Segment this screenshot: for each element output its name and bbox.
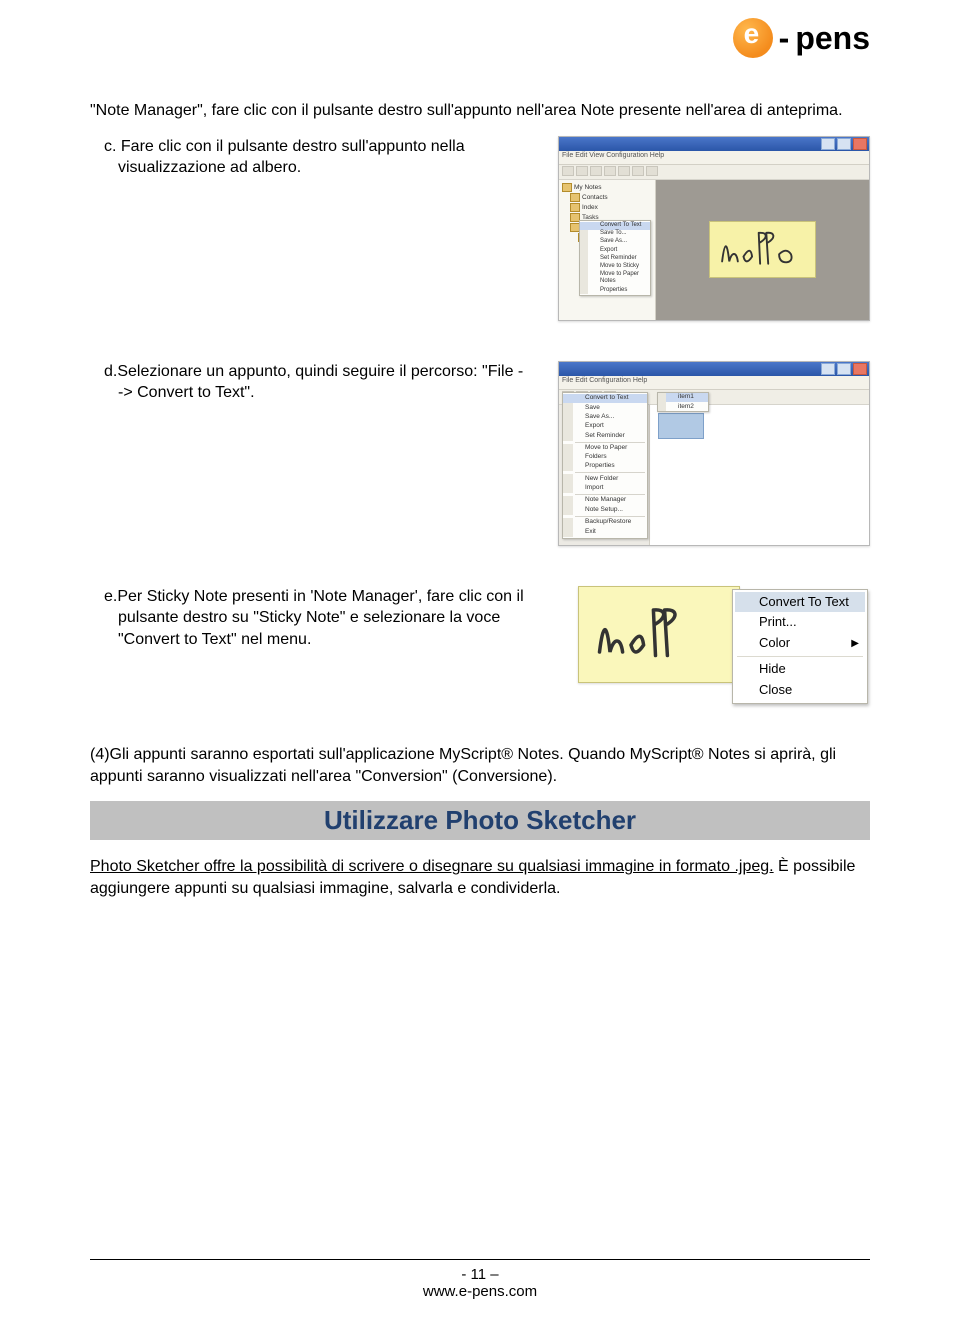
menu-item-color[interactable]: Color▶ bbox=[735, 633, 865, 654]
submenu: item1 item2 bbox=[657, 392, 709, 413]
list-item-c: c. Fare clic con il pulsante destro sull… bbox=[90, 136, 528, 179]
menu-item[interactable]: Export bbox=[580, 246, 650, 254]
screenshot-note-manager-tree: File Edit View Configuration Help My Not… bbox=[558, 136, 870, 321]
menubar: File Edit Configuration Help bbox=[559, 376, 869, 390]
menubar: File Edit View Configuration Help bbox=[559, 151, 869, 165]
menu-item-convert[interactable]: Convert To Text bbox=[580, 222, 650, 230]
logo-text: pens bbox=[795, 22, 870, 54]
window-titlebar bbox=[559, 362, 869, 376]
maximize-icon bbox=[837, 138, 851, 150]
footer-url: www.e-pens.com bbox=[90, 1283, 870, 1300]
menu-item-print[interactable]: Print... bbox=[735, 612, 865, 633]
paragraph-4: (4)Gli appunti saranno esportati sull'ap… bbox=[90, 744, 870, 787]
menu-item[interactable]: Move to Sticky bbox=[580, 263, 650, 271]
menu-item[interactable]: Save As... bbox=[580, 238, 650, 246]
menu-item-hide[interactable]: Hide bbox=[735, 659, 865, 680]
menu-item-convert[interactable]: Convert to Text item1 item2 bbox=[563, 394, 647, 403]
list-item-d: d.Selezionare un appunto, quindi seguire… bbox=[90, 361, 528, 404]
paragraph-sketcher: Photo Sketcher offre la possibilità di s… bbox=[90, 856, 870, 899]
page-number: - 11 – bbox=[90, 1266, 870, 1283]
paragraph-top: "Note Manager", fare clic con il pulsant… bbox=[90, 100, 870, 122]
file-menu: Convert to Text item1 item2 Save Save As… bbox=[562, 392, 648, 539]
list-item-e: e.Per Sticky Note presenti in 'Note Mana… bbox=[90, 586, 548, 651]
close-icon bbox=[853, 363, 867, 375]
screenshot-sticky-context: Convert To Text Print... Color▶ Hide Clo… bbox=[578, 586, 868, 704]
screenshot-file-menu: File Edit Configuration Help Convert to … bbox=[558, 361, 870, 546]
sticky-note-hello bbox=[709, 221, 816, 278]
sticky-note-hello bbox=[578, 586, 740, 683]
menu-item[interactable]: Save To... bbox=[580, 230, 650, 238]
menu-item[interactable]: Move to Paper Notes bbox=[580, 271, 650, 286]
brand-logo: - pens bbox=[733, 18, 870, 58]
note-preview-area bbox=[649, 405, 869, 545]
sketcher-line-1: Photo Sketcher offre la possibilità di s… bbox=[90, 858, 774, 875]
maximize-icon bbox=[837, 363, 851, 375]
sticky-context-menu: Convert To Text Print... Color▶ Hide Clo… bbox=[732, 589, 868, 704]
menu-item[interactable]: Set Reminder bbox=[580, 254, 650, 262]
menu-separator bbox=[737, 656, 863, 657]
context-menu: Convert To Text Save To... Save As... Ex… bbox=[579, 220, 651, 297]
minimize-icon bbox=[821, 363, 835, 375]
menu-item-close[interactable]: Close bbox=[735, 680, 865, 701]
chevron-right-icon: ▶ bbox=[851, 637, 859, 650]
minimize-icon bbox=[821, 138, 835, 150]
note-preview-area bbox=[656, 180, 869, 320]
menu-item-convert-to-text[interactable]: Convert To Text bbox=[735, 592, 865, 613]
logo-e-icon bbox=[733, 18, 773, 58]
logo-hyphen: - bbox=[779, 22, 790, 54]
menu-item[interactable]: Properties bbox=[580, 286, 650, 294]
toolbar bbox=[559, 165, 869, 180]
window-titlebar bbox=[559, 137, 869, 151]
section-heading: Utilizzare Photo Sketcher bbox=[90, 801, 870, 840]
page-footer: - 11 – www.e-pens.com bbox=[90, 1259, 870, 1300]
close-icon bbox=[853, 138, 867, 150]
